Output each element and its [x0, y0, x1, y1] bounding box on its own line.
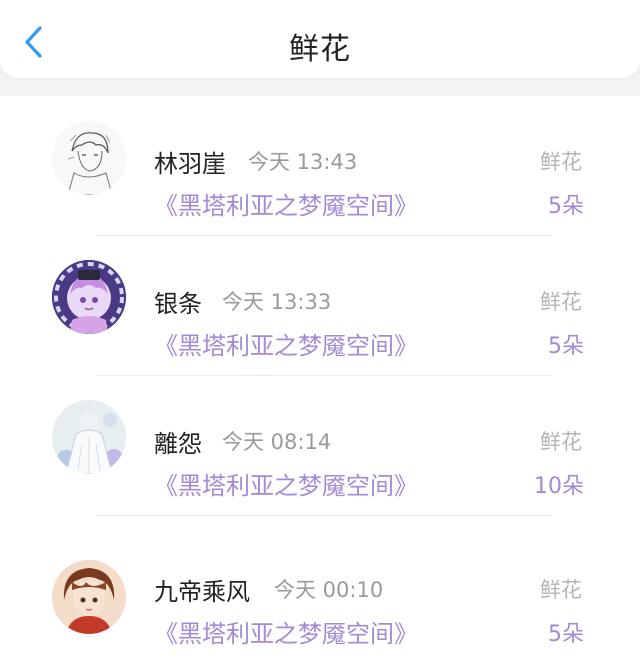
gift-count: 5朵 — [548, 194, 584, 219]
gift-type: 鲜花 — [540, 578, 582, 602]
header-bar: 鲜花 — [0, 0, 640, 78]
book-title-link[interactable]: 《黑塔利亚之梦魇空间》 — [154, 466, 418, 501]
purple-chibi-avatar-icon[interactable] — [52, 260, 126, 334]
send-time: 今天 13:33 — [222, 290, 332, 314]
gift-type: 鲜花 — [540, 290, 582, 314]
flower-record-list: 林羽崖 今天 13:43 《黑塔利亚之梦魇空间》 鲜花 5朵 银条 今天 13:… — [0, 96, 640, 659]
sender-name: 林羽崖 — [154, 150, 226, 178]
gift-count: 5朵 — [548, 334, 584, 359]
white-robe-avatar-icon[interactable] — [52, 400, 126, 474]
book-title-link[interactable]: 《黑塔利亚之梦魇空间》 — [154, 326, 418, 361]
anime-boy-avatar-icon[interactable] — [52, 560, 126, 634]
sender-name: 離怨 — [154, 430, 202, 458]
list-item[interactable]: 林羽崖 今天 13:43 《黑塔利亚之梦魇空间》 鲜花 5朵 — [0, 96, 640, 236]
send-time: 今天 13:43 — [248, 150, 358, 174]
list-item[interactable]: 银条 今天 13:33 《黑塔利亚之梦魇空间》 鲜花 5朵 — [0, 236, 640, 376]
book-title-link[interactable]: 《黑塔利亚之梦魇空间》 — [154, 186, 418, 221]
list-item[interactable]: 九帝乘风 今天 00:10 《黑塔利亚之梦魇空间》 鲜花 5朵 — [0, 516, 640, 656]
send-time: 今天 08:14 — [222, 430, 332, 454]
gift-count: 5朵 — [548, 622, 584, 647]
book-title-link[interactable]: 《黑塔利亚之梦魇空间》 — [154, 614, 418, 649]
gift-type: 鲜花 — [540, 150, 582, 174]
gift-count: 10朵 — [534, 474, 584, 499]
gift-type: 鲜花 — [540, 430, 582, 454]
sketch-avatar-icon[interactable] — [52, 121, 126, 195]
sender-name: 银条 — [154, 290, 202, 318]
sender-name: 九帝乘风 — [154, 578, 250, 606]
send-time: 今天 00:10 — [274, 578, 384, 602]
list-item[interactable]: 離怨 今天 08:14 《黑塔利亚之梦魇空间》 鲜花 10朵 — [0, 376, 640, 516]
page-title: 鲜花 — [289, 32, 351, 67]
